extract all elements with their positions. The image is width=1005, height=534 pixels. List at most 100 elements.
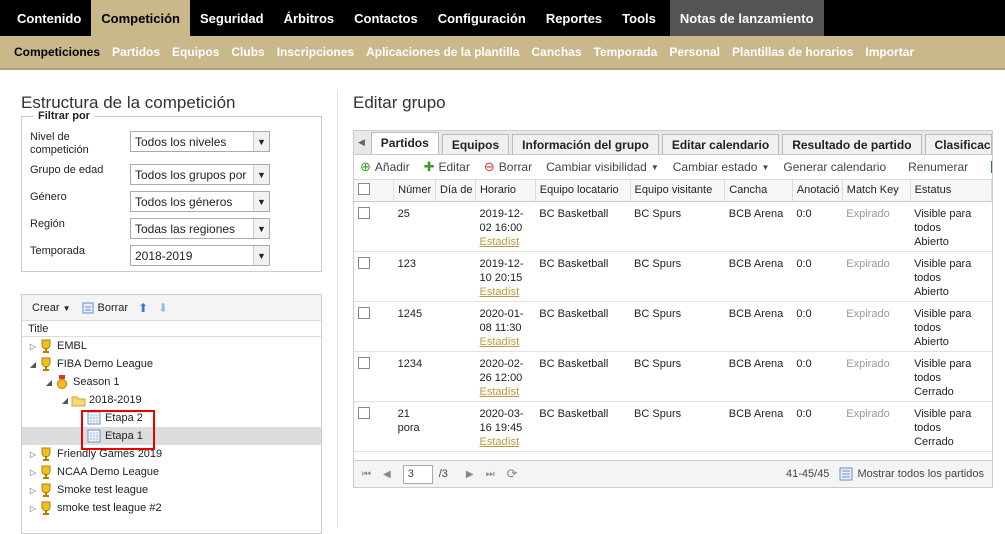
- tab-info-grupo[interactable]: Información del grupo: [512, 134, 659, 154]
- col-status[interactable]: Estatus: [910, 180, 992, 202]
- col-day[interactable]: Día de: [435, 180, 476, 202]
- folder-icon: [70, 393, 86, 407]
- sub-nav-aplicaciones[interactable]: Aplicaciones de la plantilla: [360, 45, 525, 59]
- tree-node[interactable]: ◢ FIBA Demo League: [22, 355, 321, 373]
- col-time[interactable]: Horario: [475, 180, 536, 202]
- change-status-button[interactable]: Cambiar estado ▼: [673, 160, 770, 174]
- edit-button[interactable]: ✚ Editar: [424, 159, 470, 175]
- tab-equipos[interactable]: Equipos: [441, 134, 510, 154]
- select-all-checkbox[interactable]: [354, 180, 395, 202]
- tab-clasificacion[interactable]: Clasificaci: [924, 134, 992, 154]
- next-page-icon[interactable]: ▶: [466, 469, 474, 480]
- row-checkbox[interactable]: [354, 401, 394, 452]
- filter-box: Filtrar por Nivel de competición Todos l…: [21, 110, 322, 272]
- col-away-team[interactable]: Equipo visitante: [630, 180, 726, 202]
- col-number[interactable]: Númer: [393, 180, 437, 202]
- filter-select-age[interactable]: Todos los grupos por ▼: [130, 164, 270, 185]
- col-court[interactable]: Cancha: [724, 180, 793, 202]
- show-all-matches-button[interactable]: Mostrar todos los partidos: [839, 467, 984, 481]
- col-score[interactable]: Anotació: [792, 180, 843, 202]
- top-nav-arbitros[interactable]: Árbitros: [274, 0, 345, 36]
- chevron-down-icon: ▼: [253, 219, 269, 238]
- change-visibility-button[interactable]: Cambiar visibilidad ▼: [546, 160, 659, 174]
- row-checkbox[interactable]: [354, 251, 394, 302]
- collapse-icon: ◢: [45, 377, 53, 387]
- table-row[interactable]: 1245 2020-01- 08 11:30 Estadíst BC Basketb…: [354, 301, 992, 352]
- top-nav-contactos[interactable]: Contactos: [344, 0, 428, 36]
- expand-icon: ▷: [29, 341, 37, 351]
- sub-nav-canchas[interactable]: Canchas: [525, 45, 587, 59]
- last-page-icon[interactable]: ⏭: [486, 469, 495, 480]
- top-nav-configuracion[interactable]: Configuración: [428, 0, 536, 36]
- tree-node[interactable]: ▷ Friendly Games 2019: [22, 445, 321, 463]
- move-up-icon[interactable]: ⬆: [138, 301, 148, 315]
- renumber-button[interactable]: Renumerar: [908, 160, 968, 174]
- filter-select-season[interactable]: 2018-2019 ▼: [130, 245, 270, 266]
- add-button[interactable]: ⊕ Añadir: [360, 159, 410, 175]
- sub-nav-competiciones[interactable]: Competiciones: [7, 45, 106, 59]
- table-row[interactable]: 25 2019-12- 02 16:00 Estadíst BC Basketbal…: [354, 201, 992, 252]
- generate-calendar-button[interactable]: Generar calendario: [783, 160, 886, 174]
- first-page-icon[interactable]: ⏮: [362, 469, 371, 480]
- top-nav-tools[interactable]: Tools: [612, 0, 666, 36]
- stats-link[interactable]: Estadíst: [479, 385, 531, 399]
- tab-editar-calendario[interactable]: Editar calendario: [661, 134, 780, 154]
- refresh-icon[interactable]: ⟳: [507, 466, 518, 482]
- top-nav-release-notes[interactable]: Notas de lanzamiento: [669, 0, 824, 36]
- row-checkbox[interactable]: [354, 201, 394, 252]
- row-checkbox[interactable]: [354, 351, 394, 402]
- tab-resultado[interactable]: Resultado de partido: [782, 134, 922, 154]
- row-checkbox[interactable]: [354, 301, 394, 352]
- delete-button[interactable]: ⊖ Borrar: [484, 159, 532, 175]
- sub-nav-temporada[interactable]: Temporada: [588, 45, 664, 59]
- top-nav: Contenido Competición Seguridad Árbitros…: [0, 0, 1005, 36]
- create-button[interactable]: Crear ▼: [32, 302, 71, 314]
- sub-nav-plantillas-horarios[interactable]: Plantillas de horarios: [726, 45, 859, 59]
- expand-icon: ▷: [29, 503, 37, 513]
- col-match-key[interactable]: Match Key: [842, 180, 911, 202]
- delete-button[interactable]: Borrar: [81, 301, 128, 315]
- tree-node[interactable]: ▷ smoke test league #2: [22, 499, 321, 517]
- tab-bar: ◀ Partidos Equipos Información del grupo…: [354, 131, 992, 155]
- tab-partidos[interactable]: Partidos: [370, 132, 439, 154]
- stats-link[interactable]: Estadíst: [479, 285, 531, 299]
- top-nav-seguridad[interactable]: Seguridad: [190, 0, 274, 36]
- tab-scroll-left-icon[interactable]: ◀: [358, 137, 371, 148]
- filter-label-region: Región: [30, 218, 65, 230]
- chevron-down-icon: ▼: [253, 165, 269, 184]
- stats-link[interactable]: Estadíst: [479, 335, 531, 349]
- tree-node[interactable]: ▷ EMBL: [22, 337, 321, 355]
- stats-link[interactable]: Estadíst: [479, 235, 531, 249]
- top-nav-competicion[interactable]: Competición: [91, 0, 190, 36]
- filter-select-level[interactable]: Todos los niveles ▼: [130, 131, 270, 152]
- sub-nav-clubs[interactable]: Clubs: [225, 45, 270, 59]
- excel-icon[interactable]: [990, 160, 992, 174]
- trophy-icon: [38, 447, 54, 461]
- sub-nav-personal[interactable]: Personal: [663, 45, 726, 59]
- filter-select-region[interactable]: Todas las regiones ▼: [130, 218, 270, 239]
- list-icon: [839, 467, 853, 481]
- table-row[interactable]: 1234 2020-02- 26 12:00 Estadíst BC Basketb…: [354, 351, 992, 402]
- matches-table: Númer Día de Horario Equipo locatario Eq…: [354, 180, 992, 452]
- panel-divider: [337, 90, 338, 528]
- table-row[interactable]: 21 pora 2020-03- 16 19:45 Estadíst BC Bask…: [354, 401, 992, 452]
- sub-nav-inscripciones[interactable]: Inscripciones: [271, 45, 360, 59]
- filter-select-gender[interactable]: Todos los géneros ▼: [130, 191, 270, 212]
- tree-node[interactable]: ▷ Smoke test league: [22, 481, 321, 499]
- tree-node[interactable]: ◢ 2018-2019: [22, 391, 321, 409]
- sub-nav-importar[interactable]: Importar: [859, 45, 920, 59]
- sub-nav-equipos[interactable]: Equipos: [166, 45, 225, 59]
- sub-nav-partidos[interactable]: Partidos: [106, 45, 166, 59]
- tree-node[interactable]: ◢ Season 1: [22, 373, 321, 391]
- top-nav-reportes[interactable]: Reportes: [536, 0, 612, 36]
- col-home-team[interactable]: Equipo locatario: [535, 180, 631, 202]
- move-down-icon[interactable]: ⬇: [158, 301, 168, 315]
- tree-node[interactable]: ▷ NCAA Demo League: [22, 463, 321, 481]
- page-input[interactable]: 3: [402, 464, 433, 484]
- top-nav-contenido[interactable]: Contenido: [7, 0, 91, 36]
- prev-page-icon[interactable]: ◀: [383, 469, 391, 480]
- table-row[interactable]: 123 2019-12- 10 20:15 Estadíst BC Basketba…: [354, 251, 992, 302]
- tree-node[interactable]: Etapa 2: [22, 409, 321, 427]
- stats-link[interactable]: Estadíst: [479, 435, 531, 449]
- tree-node-selected[interactable]: Etapa 1: [22, 427, 321, 445]
